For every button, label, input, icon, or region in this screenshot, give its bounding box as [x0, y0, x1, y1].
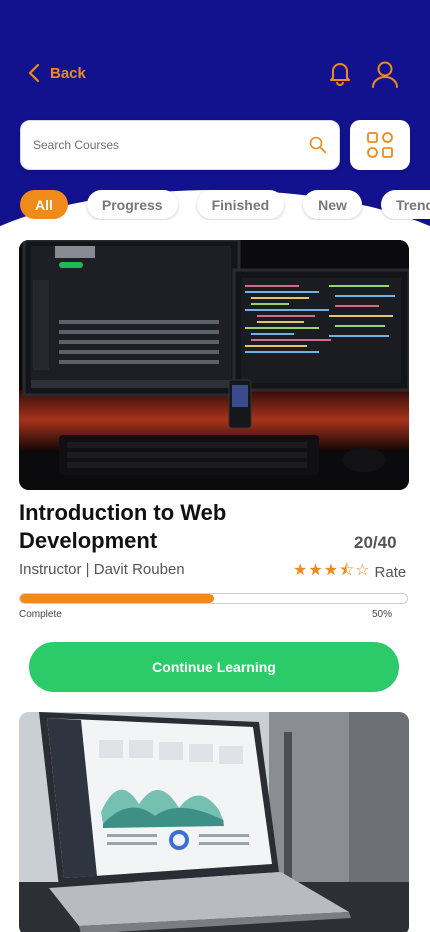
- course-rating[interactable]: ★★★⯪☆ Rate: [293, 559, 406, 586]
- tab-new[interactable]: New: [303, 190, 362, 219]
- tab-all[interactable]: All: [20, 190, 68, 219]
- course-photo-monitors: [19, 240, 409, 490]
- course-instructor: Instructor | Davit Rouben: [19, 561, 185, 578]
- bell-icon[interactable]: [326, 59, 354, 87]
- course-image[interactable]: [19, 240, 409, 490]
- tab-progress[interactable]: Progress: [86, 190, 178, 219]
- star-rating-icon: ★★★⯪☆: [293, 560, 371, 579]
- course-score: 20/40: [354, 533, 397, 552]
- filter-tabs: All Progress Finished New Trending: [20, 190, 430, 220]
- search-icon[interactable]: [309, 136, 327, 154]
- course-image-2[interactable]: [19, 712, 409, 932]
- rating-label: Rate: [374, 564, 407, 581]
- search-input[interactable]: [33, 138, 309, 152]
- course-title[interactable]: Introduction to Web Development: [19, 499, 279, 555]
- back-label: Back: [50, 64, 86, 82]
- back-button[interactable]: Back: [28, 60, 86, 86]
- continue-learning-button[interactable]: Continue Learning: [29, 642, 399, 692]
- progress-label: Complete: [19, 609, 62, 620]
- progress-percent: 50%: [372, 609, 393, 620]
- chevron-left-icon: [28, 63, 40, 83]
- grid-icon: [367, 132, 393, 158]
- tab-finished[interactable]: Finished: [196, 190, 285, 219]
- tab-trending[interactable]: Trending: [380, 190, 430, 219]
- progress-bar-fill: [20, 594, 214, 603]
- course-photo-laptop: [19, 712, 409, 932]
- search-bar: [20, 120, 340, 170]
- user-icon[interactable]: [370, 59, 400, 89]
- grid-view-button[interactable]: [350, 120, 410, 170]
- progress-bar: [19, 593, 408, 604]
